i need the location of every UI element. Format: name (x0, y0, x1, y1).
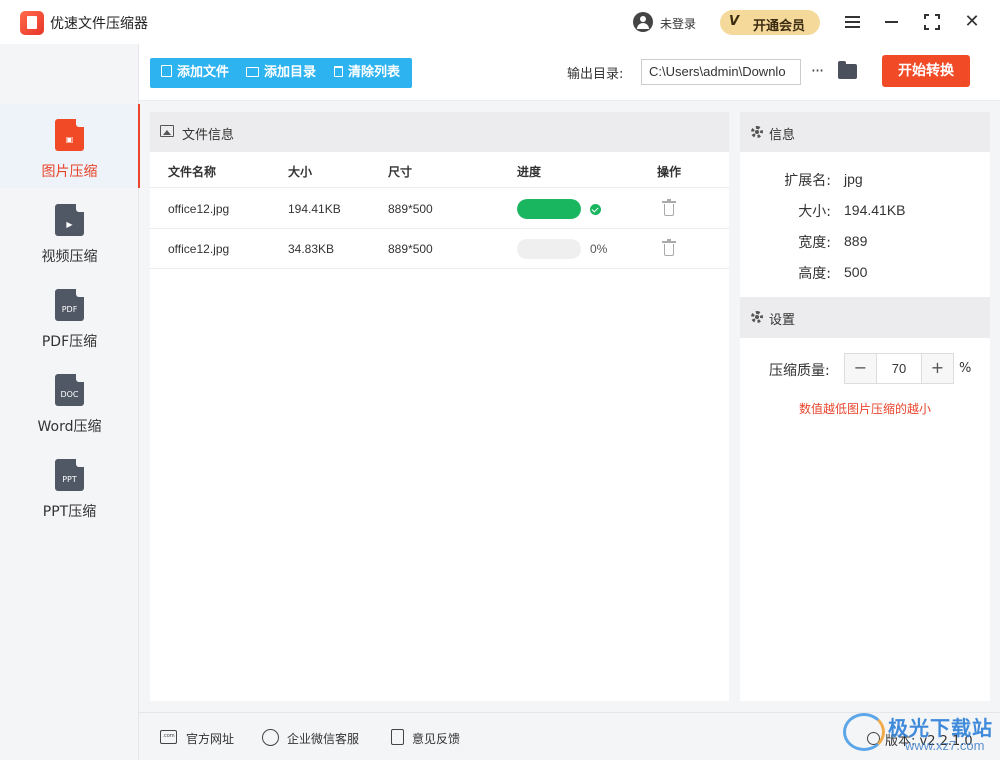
close-icon[interactable]: ✕ (960, 10, 984, 34)
toolbar: 添加文件 添加目录 清除列表 输出目录: C:\Users\admin\Down… (139, 44, 1000, 101)
sidebar: ▣ 图片压缩 ▶ 视频压缩 PDF PDF压缩 DOC Word压缩 PPT P… (0, 44, 140, 760)
trash-icon (334, 66, 343, 77)
sidebar-item-video[interactable]: ▶ 视频压缩 (0, 189, 139, 273)
maximize-icon[interactable] (920, 10, 944, 34)
add-file-button[interactable]: 添加文件 (161, 58, 229, 88)
open-folder-icon[interactable] (838, 61, 857, 79)
output-dir-input[interactable]: C:\Users\admin\Downlo (641, 59, 801, 85)
image-icon (160, 125, 174, 137)
check-circle-icon (590, 204, 601, 215)
column-size: 大小 (288, 165, 313, 179)
column-action: 操作 (657, 165, 682, 179)
sidebar-item-label: PDF压缩 (41, 334, 98, 350)
sidebar-item-label: Word压缩 (37, 419, 102, 435)
website-icon: .com (160, 730, 177, 744)
chat-icon (262, 729, 279, 746)
feedback-link[interactable]: 意见反馈 (391, 713, 471, 760)
output-dir-label: 输出目录: (567, 67, 624, 82)
vip-icon: V (729, 14, 740, 29)
watermark-url: www.xz7.com (905, 738, 985, 753)
file-dimensions: 889*500 (388, 242, 433, 256)
app-title: 优速文件压缩器 (50, 16, 148, 32)
clear-list-button[interactable]: 清除列表 (334, 58, 400, 88)
settings-panel-header: 设置 (740, 297, 990, 338)
ppt-file-icon: PPT (55, 459, 84, 491)
table-row[interactable]: office12.jpg 34.83KB 889*500 0% (150, 229, 729, 269)
watermark-text: 极光下载站 (888, 716, 993, 740)
gear-icon (751, 311, 763, 323)
file-size: 194.41KB (288, 202, 341, 216)
website-link[interactable]: .com 官方网址 (160, 713, 240, 760)
progress-bar (517, 199, 581, 219)
delete-trash-icon[interactable] (662, 239, 676, 257)
sidebar-item-word[interactable]: DOC Word压缩 (0, 359, 139, 443)
menu-icon[interactable] (841, 10, 865, 34)
column-name: 文件名称 (168, 165, 217, 179)
table-row[interactable]: office12.jpg 194.41KB 889*500 (150, 189, 729, 229)
user-icon[interactable] (633, 12, 653, 32)
edit-icon (391, 729, 404, 745)
login-status[interactable]: 未登录 (660, 15, 696, 32)
height-value: 500 (844, 264, 868, 280)
vip-label: 开通会员 (753, 19, 806, 34)
sidebar-item-ppt[interactable]: PPT PPT压缩 (0, 444, 139, 528)
height-label: 高度: (798, 266, 831, 282)
sidebar-item-image[interactable]: ▣ 图片压缩 (0, 104, 140, 188)
decrease-button[interactable]: − (845, 354, 877, 383)
quality-input[interactable]: 70 (877, 354, 921, 383)
app-logo-icon (20, 11, 44, 35)
file-dimensions: 889*500 (388, 202, 433, 216)
sidebar-item-label: 视频压缩 (41, 249, 98, 265)
info-panel-header: 信息 (740, 112, 990, 152)
file-icon (161, 65, 172, 77)
folder-icon (246, 67, 259, 77)
progress-percent: 0% (590, 242, 608, 256)
ext-value: jpg (844, 171, 863, 187)
pdf-file-icon: PDF (55, 289, 84, 321)
info-title: 信息 (769, 128, 796, 143)
sidebar-item-label: PPT压缩 (42, 504, 97, 520)
file-size: 34.83KB (288, 242, 335, 256)
settings-panel: 设置 压缩质量: − 70 + % 数值越低图片压缩的越小 (740, 297, 990, 701)
width-value: 889 (844, 233, 868, 249)
quality-hint: 数值越低图片压缩的越小 (798, 402, 931, 416)
percent-unit: % (959, 361, 972, 376)
increase-button[interactable]: + (921, 354, 953, 383)
settings-title: 设置 (769, 313, 796, 328)
delete-trash-icon[interactable] (662, 199, 676, 217)
vip-button[interactable]: V 开通会员 (720, 10, 820, 35)
ext-label: 扩展名: (784, 173, 831, 189)
file-list-panel: 文件信息 文件名称 大小 尺寸 进度 操作 office12.jpg 194.4… (150, 112, 729, 701)
add-folder-button[interactable]: 添加目录 (246, 58, 316, 88)
table-header: 文件名称 大小 尺寸 进度 操作 (150, 152, 729, 188)
watermark-logo-icon (843, 713, 885, 751)
info-panel: 信息 扩展名: jpg 大小: 194.41KB 宽度: 889 高度: 500 (740, 112, 990, 297)
video-file-icon: ▶ (55, 204, 84, 236)
quality-label: 压缩质量: (769, 363, 830, 379)
title-bar: 优速文件压缩器 未登录 V 开通会员 ✕ (0, 0, 1000, 44)
progress-fill (517, 199, 581, 219)
column-progress: 进度 (517, 165, 542, 179)
file-actions: 添加文件 添加目录 清除列表 (150, 58, 412, 88)
file-panel-header: 文件信息 (150, 112, 729, 152)
size-label: 大小: (798, 204, 831, 220)
panel-title: 文件信息 (182, 128, 235, 143)
size-value: 194.41KB (844, 202, 906, 218)
more-options-icon[interactable]: ··· (807, 58, 827, 84)
progress-bar (517, 239, 581, 259)
minimize-icon[interactable] (880, 10, 904, 34)
file-name: office12.jpg (168, 242, 230, 256)
file-name: office12.jpg (168, 202, 230, 216)
sidebar-item-label: 图片压缩 (41, 164, 98, 180)
quality-stepper: − 70 + (844, 353, 954, 384)
sidebar-item-pdf[interactable]: PDF PDF压缩 (0, 274, 139, 358)
gear-icon (751, 126, 763, 138)
start-convert-button[interactable]: 开始转换 (882, 55, 970, 87)
width-label: 宽度: (798, 235, 831, 251)
column-dimensions: 尺寸 (388, 165, 413, 179)
doc-file-icon: DOC (55, 374, 84, 406)
wechat-support-link[interactable]: 企业微信客服 (262, 713, 372, 760)
image-file-icon: ▣ (55, 119, 84, 151)
